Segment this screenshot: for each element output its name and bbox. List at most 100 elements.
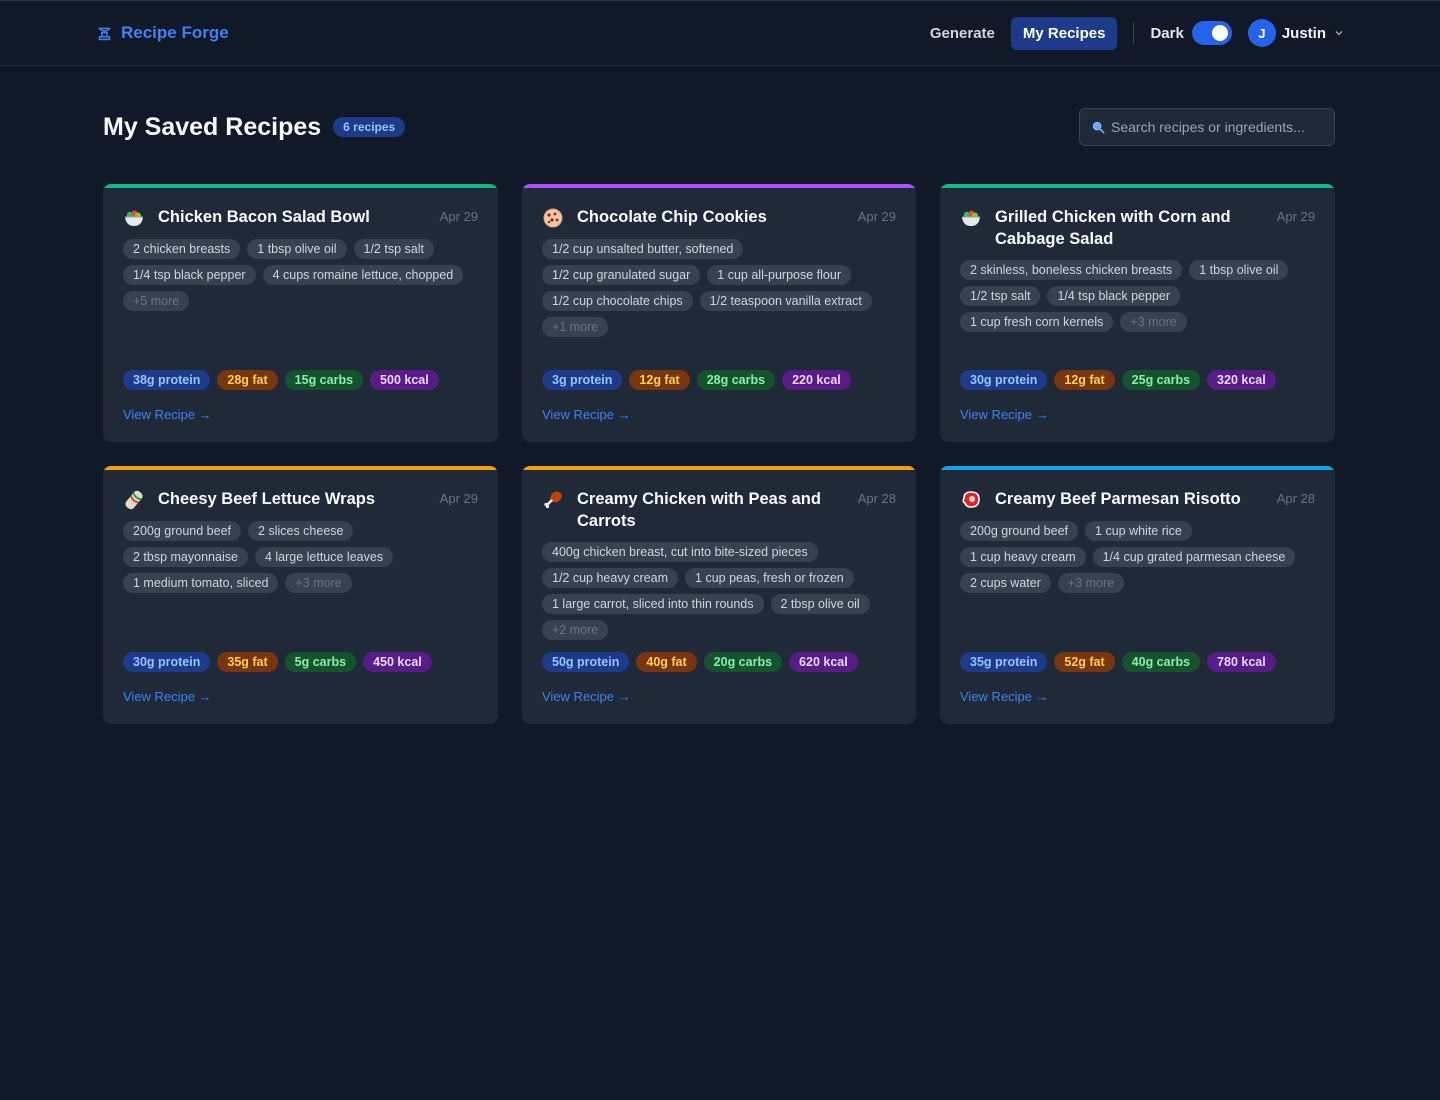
kcal-badge: 320 kcal [1207,370,1276,390]
protein-badge: 50g protein [542,652,630,672]
user-menu[interactable]: J Justin [1247,19,1344,47]
search-icon [1092,121,1105,134]
ingredient-chip: 1 cup heavy cream [960,547,1086,567]
card-header: Grilled Chicken with Corn and Cabbage Sa… [960,206,1315,250]
recipe-date: Apr 29 [1276,209,1315,224]
more-ingredients-chip: +3 more [1057,573,1125,593]
recipe-title[interactable]: Chicken Bacon Salad Bowl [158,206,440,228]
kcal-badge: 500 kcal [370,370,439,390]
card-accent-bar [940,184,1335,188]
recipe-date: Apr 29 [439,209,478,224]
search-box[interactable] [1079,108,1335,146]
fat-badge: 12g fat [1054,370,1115,390]
recipe-card[interactable]: Chicken Bacon Salad Bowl Apr 29 2 chicke… [103,184,498,442]
protein-badge: 38g protein [123,370,211,390]
ingredient-chip: 1/4 cup grated parmesan cheese [1092,547,1296,567]
brand-logo[interactable]: Recipe Forge [96,23,229,43]
recipe-title[interactable]: Creamy Chicken with Peas and Carrots [577,488,858,532]
page-title: My Saved Recipes [103,112,322,141]
carbs-badge: 5g carbs [284,652,357,672]
cookie-icon [542,207,564,229]
recipe-card[interactable]: Creamy Beef Parmesan Risotto Apr 28 200g… [940,466,1335,724]
ingredient-chip: 1/2 tsp salt [960,286,1041,306]
recipe-title[interactable]: Creamy Beef Parmesan Risotto [995,488,1277,510]
more-ingredients-chip: +5 more [123,291,190,311]
card-header: Chicken Bacon Salad Bowl Apr 29 [123,206,478,229]
nav-divider [1133,22,1135,44]
card-accent-bar [522,184,916,188]
view-recipe-link[interactable]: View Recipe → [960,407,1049,422]
ingredient-chip: 1/2 cup unsalted butter, softened [542,239,744,259]
recipe-date: Apr 28 [1276,491,1315,506]
more-ingredients-chip: +2 more [542,620,609,640]
page-header: My Saved Recipes 6 recipes [103,66,1335,184]
card-accent-bar [103,466,498,470]
ingredient-chips: 400g chicken breast, cut into bite-sized… [542,542,896,640]
fat-badge: 52g fat [1054,652,1115,672]
recipe-title[interactable]: Chocolate Chip Cookies [577,206,858,228]
recipe-card[interactable]: Cheesy Beef Lettuce Wraps Apr 29 200g gr… [103,466,498,724]
ingredient-chip: 1 medium tomato, sliced [123,573,279,593]
kcal-badge: 620 kcal [789,652,858,672]
nav-generate[interactable]: Generate [918,17,1007,50]
fat-badge: 35g fat [217,652,278,672]
brand-name: Recipe Forge [121,23,229,42]
more-ingredients-chip: +1 more [542,317,609,337]
macro-badges: 30g protein 35g fat 5g carbs 450 kcal [123,652,478,672]
ingredient-chip: 1 cup peas, fresh or frozen [685,568,854,588]
more-ingredients-chip: +3 more [1120,312,1187,332]
search-input[interactable] [1111,119,1321,135]
view-recipe-link[interactable]: View Recipe → [542,689,631,704]
ingredient-chip: 2 skinless, boneless chicken breasts [960,260,1183,280]
recipe-card[interactable]: Chocolate Chip Cookies Apr 29 1/2 cup un… [522,184,916,442]
ingredient-chip: 1 cup white rice [1085,521,1192,541]
card-accent-bar [103,184,498,188]
ingredient-chip: 1/2 tsp salt [353,239,434,259]
recipe-grid: Chicken Bacon Salad Bowl Apr 29 2 chicke… [103,184,1335,724]
ingredient-chips: 200g ground beef 2 slices cheese 2 tbsp ma… [123,521,478,593]
main-content: My Saved Recipes 6 recipes Chicken Bacon… [0,66,1440,724]
protein-badge: 35g protein [960,652,1048,672]
recipe-card[interactable]: Creamy Chicken with Peas and Carrots Apr… [522,466,916,724]
recipe-count-badge: 6 recipes [333,117,406,137]
recipe-title[interactable]: Cheesy Beef Lettuce Wraps [158,488,440,510]
protein-badge: 30g protein [960,370,1048,390]
more-ingredients-chip: +3 more [285,573,352,593]
view-recipe-link[interactable]: View Recipe → [123,689,212,704]
protein-badge: 30g protein [123,652,211,672]
nav-my-recipes[interactable]: My Recipes [1010,16,1118,50]
recipe-date: Apr 29 [857,209,896,224]
ingredient-chips: 200g ground beef 1 cup white rice 1 cup he… [960,521,1315,593]
top-navbar: Recipe Forge Generate My Recipes Dark J … [0,0,1440,66]
salad-bowl-icon [123,207,145,229]
recipe-title[interactable]: Grilled Chicken with Corn and Cabbage Sa… [995,206,1277,250]
ingredient-chip: 2 tbsp olive oil [770,594,870,614]
ingredient-chip: 1 cup fresh corn kernels [960,312,1114,332]
chef-hat-icon [98,27,111,40]
recipe-card[interactable]: Grilled Chicken with Corn and Cabbage Sa… [940,184,1335,442]
card-header: Creamy Chicken with Peas and Carrots Apr… [542,488,896,532]
ingredient-chip: 1 tbsp olive oil [1189,260,1289,280]
kcal-badge: 220 kcal [782,370,851,390]
ingredient-chip: 2 cups water [960,573,1051,593]
drumstick-icon [542,489,564,511]
carbs-badge: 25g carbs [1121,370,1201,390]
ingredient-chip: 200g ground beef [960,521,1079,541]
fat-badge: 40g fat [636,652,697,672]
macro-badges: 3g protein 12g fat 28g carbs 220 kcal [542,370,896,390]
ingredient-chip: 1 tbsp olive oil [247,239,347,259]
recipe-date: Apr 29 [439,491,478,506]
carbs-badge: 15g carbs [284,370,364,390]
chevron-down-icon [1335,31,1343,36]
view-recipe-link[interactable]: View Recipe → [123,407,212,422]
ingredient-chip: 1/4 tsp black pepper [123,265,256,285]
macro-badges: 35g protein 52g fat 40g carbs 780 kcal [960,652,1315,672]
carbs-badge: 40g carbs [1121,652,1201,672]
card-header: Creamy Beef Parmesan Risotto Apr 28 [960,488,1315,511]
view-recipe-link[interactable]: View Recipe → [542,407,631,422]
kcal-badge: 780 kcal [1207,652,1276,672]
fat-badge: 28g fat [217,370,278,390]
view-recipe-link[interactable]: View Recipe → [960,689,1049,704]
ingredient-chip: 2 chicken breasts [123,239,241,259]
dark-mode-toggle[interactable] [1191,21,1232,45]
